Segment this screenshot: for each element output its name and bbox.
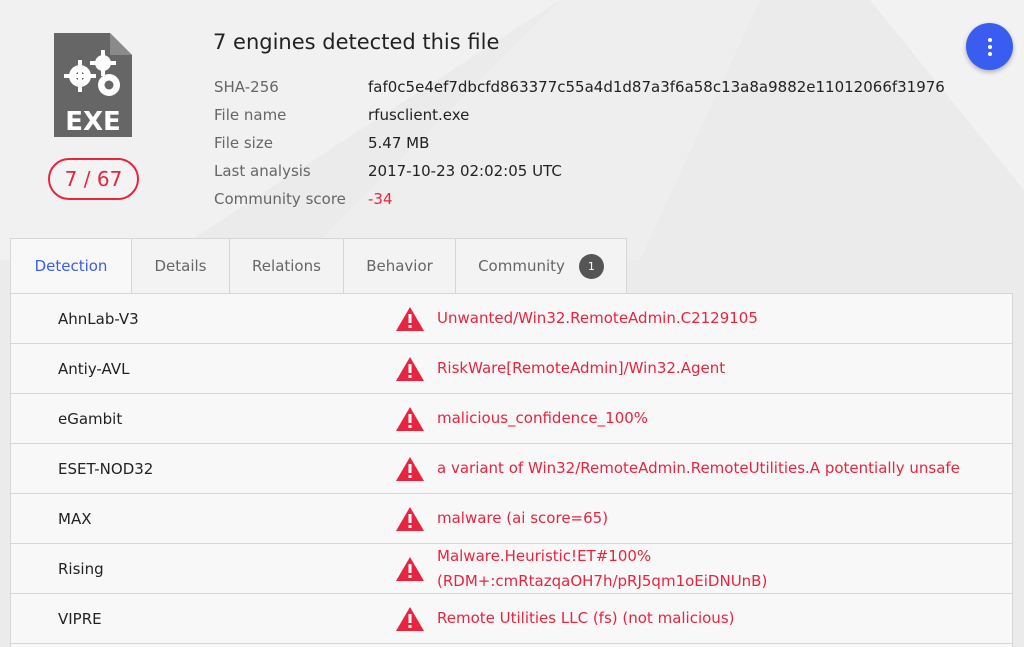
table-row: Antiy-AVL RiskWare[RemoteAdmin]/Win32.Ag… [11,344,1012,394]
community-score-value: -34 [368,190,393,208]
meta-key: File size [214,134,273,152]
last-analysis-value: 2017-10-23 02:02:05 UTC [368,162,562,180]
tab-label: Community [478,257,565,275]
detection-table: AhnLab-V3 Unwanted/Win32.RemoteAdmin.C21… [10,293,1013,647]
detection-result: malicious_confidence_100% [437,409,649,427]
meta-row-sha256: SHA-256 faf0c5e4ef7dbcfd863377c55a4d1d87… [214,73,945,101]
detection-result: RiskWare[RemoteAdmin]/Win32.Agent [437,359,726,377]
more-options-button[interactable] [966,23,1013,70]
detection-result: malware (ai score=65) [437,509,609,527]
table-row: MAX malware (ai score=65) [11,494,1012,544]
table-row: AhnLab-V3 Unwanted/Win32.RemoteAdmin.C21… [11,294,1012,344]
detection-result: Malware.Heuristic!ET#100% (RDM+:cmRtazqa… [437,546,768,590]
detection-score-badge: 7 / 67 [48,158,139,200]
sha256-value[interactable]: faf0c5e4ef7dbcfd863377c55a4d1d87a3f6a58c… [368,78,945,96]
warning-icon [396,506,424,531]
page-title: 7 engines detected this file [213,30,500,54]
tab-bar: Detection Details Relations Behavior Com… [10,238,627,294]
more-vertical-icon-dot [987,51,992,56]
tab-label: Detection [34,257,108,275]
meta-row-last-analysis: Last analysis 2017-10-23 02:02:05 UTC [214,157,945,185]
tab-details[interactable]: Details [132,238,230,294]
table-row: VIPRE Remote Utilities LLC (fs) (not mal… [11,594,1012,644]
file-summary-header: EXE 7 / 67 7 engines detected this file … [0,0,1024,238]
tab-behavior[interactable]: Behavior [344,238,456,294]
meta-key: Community score [214,190,346,208]
engine-name: VIPRE [58,609,102,628]
meta-key: File name [214,106,287,124]
tab-relations[interactable]: Relations [230,238,344,294]
detection-result: Remote Utilities LLC (fs) (not malicious… [437,609,735,627]
engine-name: Antiy-AVL [58,359,130,378]
meta-row-file-name: File name rfusclient.exe [214,101,945,129]
meta-row-community-score: Community score -34 [214,185,945,213]
engine-name: MAX [58,509,92,528]
warning-icon [396,556,424,581]
engine-name: ESET-NOD32 [58,459,154,478]
table-row: eGambit malicious_confidence_100% [11,394,1012,444]
engine-name: AhnLab-V3 [58,309,139,328]
community-count-badge: 1 [578,253,604,279]
engine-name: eGambit [58,409,123,428]
warning-icon [396,606,424,631]
file-metadata: SHA-256 faf0c5e4ef7dbcfd863377c55a4d1d87… [214,73,945,213]
detection-result: Unwanted/Win32.RemoteAdmin.C2129105 [437,309,758,327]
file-name-value: rfusclient.exe [368,106,470,124]
warning-icon [396,456,424,481]
engine-name: Rising [58,559,104,578]
warning-icon [396,406,424,431]
meta-row-file-size: File size 5.47 MB [214,129,945,157]
file-size-value: 5.47 MB [368,134,430,152]
meta-key: Last analysis [214,162,311,180]
tab-label: Details [154,257,207,275]
tab-detection[interactable]: Detection [10,238,132,294]
tab-label: Behavior [366,257,433,275]
tab-community[interactable]: Community 1 [456,238,627,294]
exe-file-icon: EXE [54,33,132,137]
more-vertical-icon-dot [987,44,992,49]
more-vertical-icon [987,37,992,42]
table-row: ESET-NOD32 a variant of Win32/RemoteAdmi… [11,444,1012,494]
exe-icon-label: EXE [65,107,121,137]
warning-icon [396,306,424,331]
tab-label: Relations [252,257,321,275]
table-row: Rising Malware.Heuristic!ET#100% (RDM+:c… [11,544,1012,594]
detection-result: a variant of Win32/RemoteAdmin.RemoteUti… [437,459,960,477]
meta-key: SHA-256 [214,78,279,96]
warning-icon [396,356,424,381]
